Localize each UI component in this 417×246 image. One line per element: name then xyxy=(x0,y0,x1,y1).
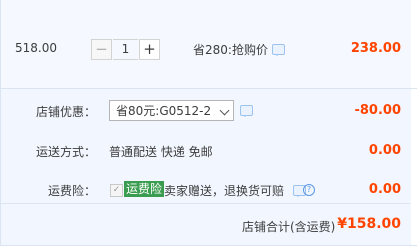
quantity-input[interactable]: 1 xyxy=(113,39,138,60)
chat-icon[interactable] xyxy=(271,44,285,56)
chat-icon[interactable] xyxy=(240,105,253,117)
increment-button[interactable]: + xyxy=(139,39,160,60)
divider xyxy=(0,203,410,204)
shipping-label: 运送方式： xyxy=(36,145,97,159)
insurance-tag: 运费险 xyxy=(124,181,165,197)
shipping-value: 0.00 xyxy=(368,143,401,158)
discount-value: -80.00 xyxy=(354,103,401,118)
discount-select[interactable]: 省80元:G0512-2 xyxy=(109,100,234,121)
quantity-stepper: − 1 + xyxy=(91,39,160,60)
insurance-label: 运费险： xyxy=(48,184,97,198)
help-icon[interactable]: ? xyxy=(303,184,315,196)
insurance-value: 0.00 xyxy=(368,182,401,197)
item-subtotal: 238.00 xyxy=(350,41,401,56)
shop-total-label: 店铺合计(含运费) xyxy=(242,220,336,234)
chevron-down-icon xyxy=(219,105,230,116)
discount-label: 店铺优惠： xyxy=(36,105,97,119)
discount-select-value: 省80元:G0512-2 xyxy=(116,104,212,118)
shop-total-value: ¥158.00 xyxy=(337,216,401,232)
unit-price: 518.00 xyxy=(15,41,57,55)
insurance-desc: 卖家赠送，退换货可赔 xyxy=(164,184,285,198)
promo-label: 省280:抢购价 xyxy=(193,43,268,57)
promo-text: 省280:抢购价 xyxy=(193,41,285,58)
insurance-checkbox[interactable]: ✓ xyxy=(110,184,123,197)
decrement-button[interactable]: − xyxy=(91,39,112,60)
shipping-method: 普通配送 快递 免邮 xyxy=(109,145,213,159)
